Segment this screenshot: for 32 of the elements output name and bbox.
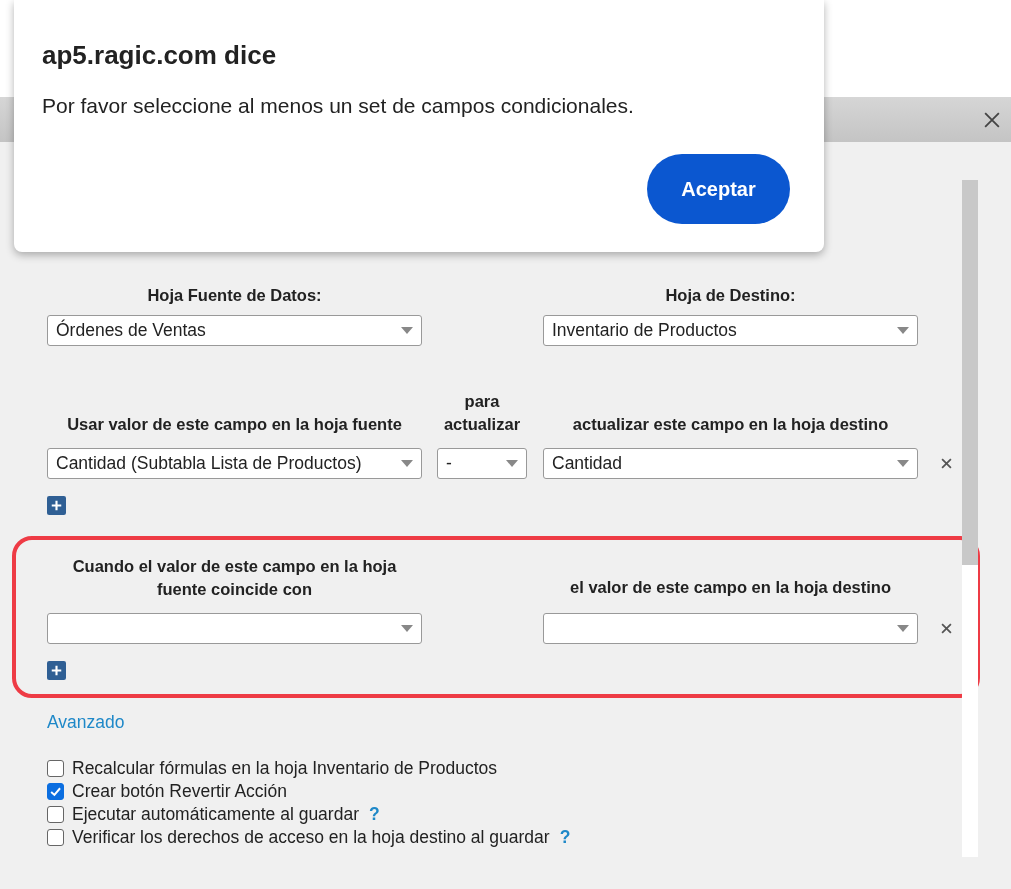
accept-button[interactable]: Aceptar — [647, 154, 790, 224]
field-label: Hoja de Destino: — [665, 285, 796, 306]
target-field-dropdown[interactable]: Cantidad — [543, 448, 918, 480]
dialog-title: ap5.ragic.com dice — [42, 40, 278, 71]
field-label: Hoja Fuente de Datos: — [147, 285, 322, 306]
option-label: Ejecutar automáticamente al guardar — [72, 804, 359, 826]
checkbox[interactable] — [47, 760, 64, 778]
column-header: actualizar este campo en la hoja destino — [571, 414, 890, 436]
operation-dropdown[interactable]: - — [437, 448, 527, 480]
column-header: el valor de este campo en la hoja destino — [569, 577, 892, 599]
remove-icon[interactable] — [941, 458, 952, 470]
column-header: Cuando el valor de este campo en la hoja fuente coincide con — [71, 556, 398, 601]
source-field-dropdown[interactable]: Cantidad (Subtabla Lista de Productos) — [47, 448, 422, 480]
option-label: Verificar los derechos de acceso en la hoja destino al guardar — [72, 827, 550, 849]
option-label: Recalcular fórmulas en la hoja Inventario de Productos — [72, 758, 498, 780]
add-icon[interactable] — [47, 496, 66, 516]
scrollbar[interactable] — [962, 180, 978, 857]
add-icon[interactable] — [47, 661, 66, 681]
target-sheet-dropdown[interactable]: Inventario de Productos — [543, 315, 918, 347]
dialog-message: Por favor seleccione al menos un set de campos condicionales. — [42, 94, 635, 118]
checkbox[interactable] — [47, 806, 64, 824]
target-condition-dropdown[interactable] — [543, 613, 918, 645]
scrollbar-thumb[interactable] — [962, 180, 978, 565]
column-header: para actualizar — [442, 391, 522, 436]
source-condition-dropdown[interactable] — [47, 613, 422, 645]
option-label: Crear botón Revertir Acción — [72, 781, 287, 803]
checkbox[interactable] — [47, 829, 64, 847]
source-sheet-dropdown[interactable]: Órdenes de Ventas — [47, 315, 422, 347]
checkbox[interactable] — [47, 783, 64, 801]
remove-icon[interactable] — [941, 623, 952, 635]
column-header: Usar valor de este campo en la hoja fuente — [66, 414, 403, 436]
close-icon[interactable] — [984, 111, 1000, 128]
